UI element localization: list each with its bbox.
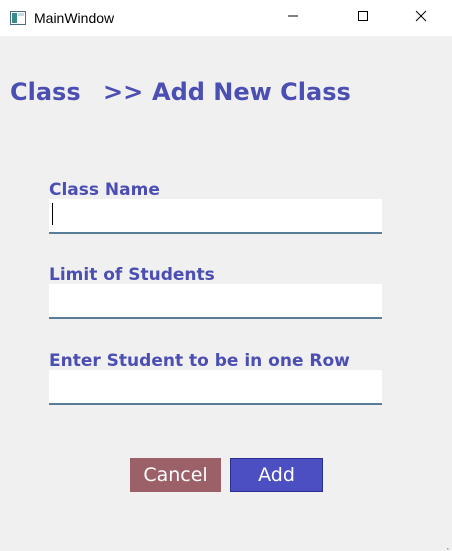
students-per-row-label: Enter Student to be in one Row [49, 351, 350, 371]
class-name-label: Class Name [49, 180, 160, 200]
close-icon [415, 9, 427, 27]
close-button[interactable] [398, 0, 444, 36]
text-caret [52, 203, 53, 225]
students-per-row-input[interactable] [49, 370, 382, 405]
cancel-button[interactable]: Cancel [130, 458, 221, 492]
class-name-input[interactable] [49, 199, 382, 234]
limit-students-input[interactable] [49, 284, 382, 319]
add-button[interactable]: Add [230, 458, 323, 492]
main-window: MainWindow Class >> Add New Class Class … [0, 0, 452, 551]
window-title: MainWindow [34, 10, 115, 26]
breadcrumb-root[interactable]: Class [10, 78, 81, 108]
page-title: Add New Class [152, 78, 351, 106]
title-bar[interactable]: MainWindow [0, 0, 452, 36]
limit-students-label: Limit of Students [49, 265, 215, 285]
maximize-button[interactable] [340, 0, 386, 36]
breadcrumb-separator: >> [103, 78, 144, 106]
app-window-icon [10, 11, 26, 25]
resize-grip-icon[interactable] [441, 540, 449, 550]
minimize-icon [287, 9, 299, 27]
maximize-icon [357, 9, 369, 27]
minimize-button[interactable] [270, 0, 316, 36]
